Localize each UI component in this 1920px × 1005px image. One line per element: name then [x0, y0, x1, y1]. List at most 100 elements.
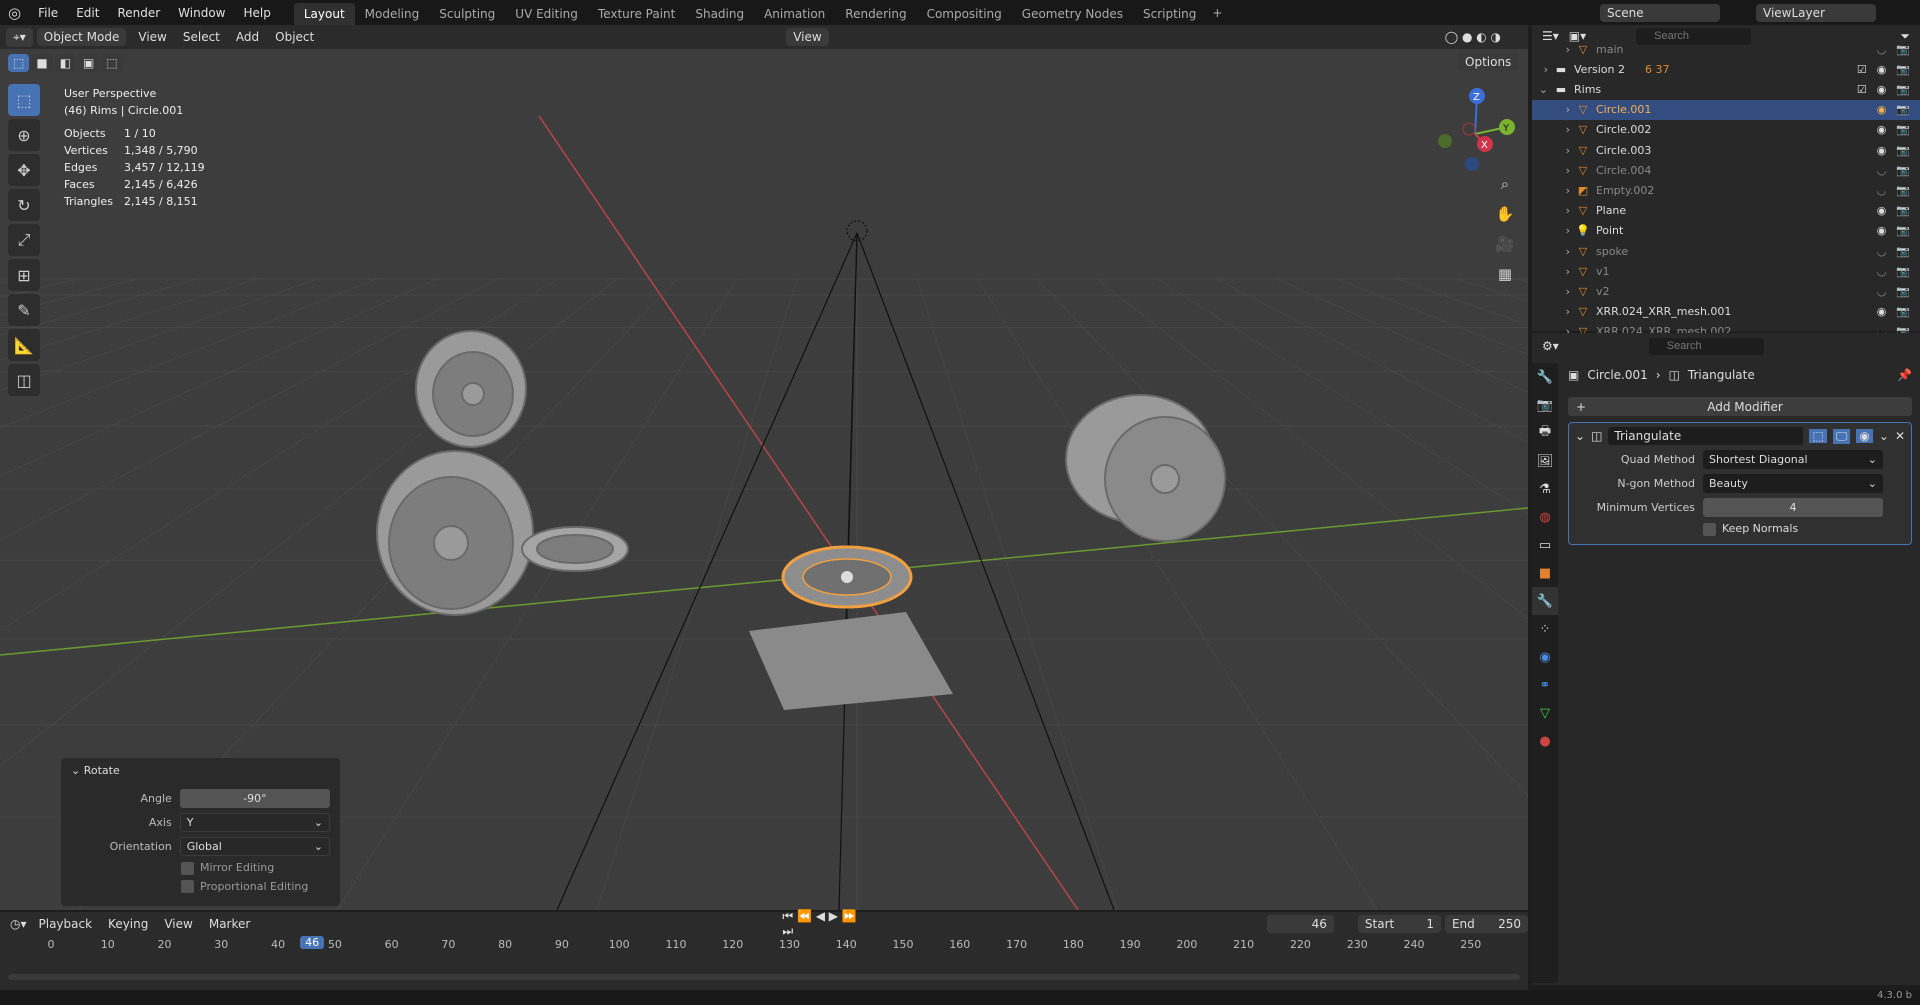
tab-layout[interactable]: Layout	[293, 3, 355, 25]
scale-tool-icon[interactable]: ⤢	[8, 224, 40, 256]
physics-tab-icon[interactable]: ◉	[1532, 643, 1558, 671]
eye-icon[interactable]: ◉	[1877, 63, 1887, 76]
camera-render-icon[interactable]: 📷	[1896, 285, 1910, 298]
outliner-item[interactable]: › 💡 Point ◉ 📷	[1532, 221, 1920, 241]
outliner-item[interactable]: › ▽ Circle.001 ◉ 📷	[1532, 99, 1920, 120]
eye-icon[interactable]: ◉	[1877, 204, 1887, 217]
menu-edit[interactable]: Edit	[67, 6, 108, 20]
timeline[interactable]: ◷▾ Playback Keying View Marker ⏮ ⏪ ◀ ▶ ⏩ ⏭ …	[0, 909, 1528, 990]
object-tab-icon[interactable]: ■	[1532, 559, 1558, 587]
camera-render-icon[interactable]: 📷	[1896, 123, 1910, 136]
eye-icon[interactable]: ◉	[1877, 305, 1887, 318]
eye-closed-icon[interactable]: ◡	[1877, 285, 1887, 298]
eye-closed-icon[interactable]: ◡	[1877, 164, 1887, 177]
outliner-item[interactable]: › ▽ spoke ◡ 📷	[1532, 241, 1920, 261]
tab-scripting[interactable]: Scripting	[1133, 3, 1206, 25]
outliner-item[interactable]: ⌄ ▬ Rims ☑ ◉ 📷	[1532, 79, 1920, 99]
camera-render-icon[interactable]: 📷	[1896, 164, 1910, 177]
tab-animation[interactable]: Animation	[754, 3, 835, 25]
outliner-item[interactable]: › ▽ Circle.002 ◉ 📷	[1532, 120, 1920, 140]
camera-view-icon[interactable]: 🎥	[1494, 229, 1516, 259]
chevron-right-icon[interactable]: ›	[1532, 245, 1576, 258]
eye-closed-icon[interactable]: ◡	[1877, 184, 1887, 197]
playback-controls[interactable]: ⏮ ⏪ ◀ ▶ ⏩ ⏭	[782, 909, 863, 939]
tab-shading[interactable]: Shading	[685, 3, 754, 25]
editor-type-button[interactable]: ⌖▾	[6, 27, 33, 47]
camera-render-icon[interactable]: 📷	[1896, 144, 1910, 157]
camera-render-icon[interactable]: 📷	[1896, 245, 1910, 258]
annotate-tool-icon[interactable]: ✎	[8, 294, 40, 326]
proportional-editing-checkbox[interactable]: Proportional Editing	[181, 880, 308, 893]
timeline-menu-view[interactable]: View	[156, 917, 200, 931]
eye-icon[interactable]: ◉	[1877, 144, 1887, 157]
orientation-dropdown[interactable]: Global ⌄	[179, 837, 330, 856]
render-toggle-icon[interactable]: ◉	[1856, 429, 1873, 443]
eye-icon[interactable]: ◉	[1877, 123, 1887, 136]
chevron-right-icon[interactable]: ›	[1532, 144, 1576, 157]
add-modifier-button[interactable]: + Add Modifier	[1568, 397, 1912, 416]
start-frame-field[interactable]: Start 1	[1357, 915, 1441, 933]
eye-closed-icon[interactable]: ◡	[1877, 43, 1887, 56]
viewlayer-selector[interactable]: ViewLayer	[1756, 3, 1876, 22]
collapse-icon[interactable]: ⌄	[1575, 429, 1585, 443]
view-layer-tab-icon[interactable]: 🖼	[1532, 447, 1558, 475]
measure-tool-icon[interactable]: 📐	[8, 329, 40, 361]
outliner-item[interactable]: › ▽ XRR.024_XRR_mesh.001 ◉ 📷	[1532, 302, 1920, 322]
transform-tool-icon[interactable]: ⊞	[8, 259, 40, 291]
render-tab-icon[interactable]: 📷	[1532, 391, 1558, 419]
collapse-icon[interactable]: ⌄	[71, 764, 84, 777]
chevron-right-icon[interactable]: ›	[1532, 123, 1576, 136]
menu-file[interactable]: File	[29, 6, 67, 20]
constraints-tab-icon[interactable]: ⚭	[1532, 671, 1558, 699]
minimum-vertices-field[interactable]: 4	[1703, 498, 1883, 517]
viewport-toggle-icon[interactable]: 🖵	[1832, 428, 1851, 444]
camera-render-icon[interactable]: 📷	[1896, 103, 1910, 116]
select-box-tool-icon[interactable]: ⬚	[8, 84, 40, 116]
chevron-down-icon[interactable]: ⌄	[1532, 83, 1554, 96]
chevron-right-icon[interactable]: ›	[1532, 305, 1576, 318]
pan-hand-icon[interactable]: ✋	[1494, 199, 1516, 229]
zoom-icon[interactable]: ⌕	[1494, 169, 1516, 199]
output-tab-icon[interactable]: 🖶	[1532, 419, 1558, 447]
blender-logo-icon[interactable]: ◎	[0, 4, 29, 22]
select-mode-buttons[interactable]: ⬚ ■ ◧ ▣ ⬚	[8, 54, 123, 72]
scene-tab-icon[interactable]: ⚗	[1532, 475, 1558, 503]
tab-rendering[interactable]: Rendering	[835, 3, 916, 25]
pin-icon[interactable]: 📌	[1897, 368, 1912, 382]
chevron-right-icon[interactable]: ›	[1532, 43, 1576, 56]
properties-search-input[interactable]	[1648, 337, 1764, 355]
add-workspace-icon[interactable]: +	[1206, 6, 1228, 20]
chevron-right-icon[interactable]: ›	[1532, 103, 1576, 116]
exclude-checkbox[interactable]: ☑	[1857, 63, 1867, 76]
editmode-toggle-icon[interactable]: ⬚	[1809, 429, 1827, 443]
tab-modeling[interactable]: Modeling	[355, 3, 430, 25]
viewport-menu-object[interactable]: Object	[267, 30, 322, 44]
options-button[interactable]: Options	[1458, 53, 1519, 71]
timeline-menu-playback[interactable]: Playback	[31, 917, 101, 931]
exclude-checkbox[interactable]: ☑	[1857, 83, 1867, 96]
playhead[interactable]: 46	[300, 936, 325, 949]
world-tab-icon[interactable]: ◍	[1532, 503, 1558, 531]
camera-render-icon[interactable]: 📷	[1896, 184, 1910, 197]
menu-window[interactable]: Window	[169, 6, 234, 20]
eye-icon[interactable]: ◉	[1877, 224, 1887, 237]
quad-method-dropdown[interactable]: Shortest Diagonal ⌄	[1703, 450, 1883, 469]
particles-tab-icon[interactable]: ⁘	[1532, 615, 1558, 643]
material-tab-icon[interactable]: ●	[1532, 727, 1558, 755]
close-icon[interactable]: ✕	[1895, 429, 1905, 443]
rotate-tool-icon[interactable]: ↻	[8, 189, 40, 221]
add-cube-tool-icon[interactable]: ◫	[8, 364, 40, 396]
camera-render-icon[interactable]: 📷	[1896, 83, 1910, 96]
tab-compositing[interactable]: Compositing	[917, 3, 1012, 25]
chevron-right-icon[interactable]: ›	[1532, 285, 1576, 298]
eye-icon[interactable]: ◉	[1877, 83, 1887, 96]
eye-closed-icon[interactable]: ◡	[1877, 245, 1887, 258]
chevron-right-icon[interactable]: ›	[1532, 164, 1576, 177]
outliner-item[interactable]: › ▽ Circle.004 ◡ 📷	[1532, 160, 1920, 180]
camera-render-icon[interactable]: 📷	[1896, 224, 1910, 237]
dropdown-icon[interactable]: ⌄	[1879, 429, 1889, 443]
transform-orientation[interactable]: View	[786, 28, 829, 46]
eye-closed-icon[interactable]: ◡	[1877, 265, 1887, 278]
tab-texture-paint[interactable]: Texture Paint	[588, 3, 685, 25]
shading-buttons[interactable]: ◯ ● ◐ ◑	[1437, 28, 1508, 46]
